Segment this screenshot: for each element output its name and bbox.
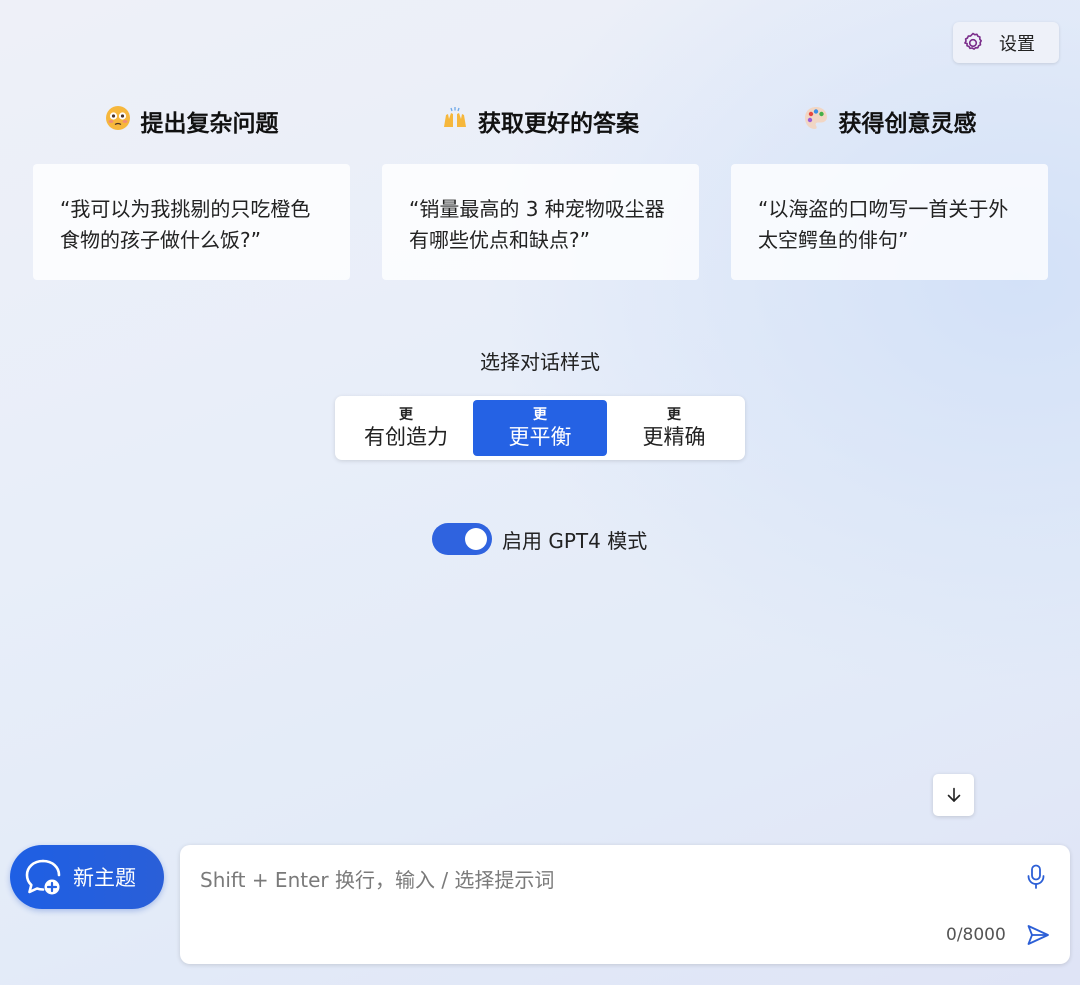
feature-heading-creative-inspiration: 获得创意灵感 bbox=[731, 105, 1048, 137]
new-topic-label: 新主题 bbox=[73, 866, 136, 890]
feature-title: 提出复杂问题 bbox=[140, 111, 279, 137]
style-option-creative[interactable]: 更 有创造力 bbox=[339, 400, 473, 456]
example-card[interactable]: “以海盗的口吻写一首关于外太空鳄鱼的俳句” bbox=[731, 164, 1048, 280]
conversation-style-label: 选择对话样式 bbox=[480, 350, 600, 374]
style-option-label: 更平衡 bbox=[508, 425, 572, 449]
send-icon[interactable] bbox=[1025, 922, 1051, 948]
arrow-down-icon bbox=[945, 786, 963, 804]
style-option-prefix: 更 bbox=[667, 407, 681, 423]
style-option-prefix: 更 bbox=[399, 407, 413, 423]
new-topic-button[interactable]: 新主题 bbox=[10, 845, 164, 909]
style-option-balanced[interactable]: 更 更平衡 bbox=[473, 400, 607, 456]
microphone-icon[interactable] bbox=[1024, 863, 1048, 891]
example-text: “以海盗的口吻写一首关于外太空鳄鱼的俳句” bbox=[758, 197, 1009, 252]
gpt4-toggle-label: 启用 GPT4 模式 bbox=[502, 528, 648, 553]
style-option-precise[interactable]: 更 更精确 bbox=[607, 400, 741, 456]
feature-heading-complex-questions: 提出复杂问题 bbox=[33, 105, 350, 137]
example-card[interactable]: “我可以为我挑剔的只吃橙色食物的孩子做什么饭?” bbox=[33, 164, 350, 280]
example-card[interactable]: “销量最高的 3 种宠物吸尘器有哪些优点和缺点?” bbox=[382, 164, 699, 280]
gear-icon bbox=[961, 31, 985, 55]
composer: 0/8000 bbox=[180, 845, 1070, 964]
gpt4-toggle[interactable] bbox=[432, 523, 492, 555]
chat-input[interactable] bbox=[200, 863, 1000, 897]
style-option-label: 更精确 bbox=[642, 425, 706, 449]
style-option-label: 有创造力 bbox=[364, 425, 448, 449]
feature-heading-better-answers: 获取更好的答案 bbox=[382, 105, 699, 137]
feature-title: 获得创意灵感 bbox=[838, 111, 977, 137]
example-text: “我可以为我挑剔的只吃橙色食物的孩子做什么饭?” bbox=[60, 197, 311, 252]
char-counter: 0/8000 bbox=[946, 925, 1006, 945]
artist-palette-icon bbox=[803, 105, 829, 137]
conversation-style-selector: 更 有创造力 更 更平衡 更 更精确 bbox=[335, 396, 745, 460]
toggle-knob bbox=[465, 528, 487, 550]
settings-button[interactable]: 设置 bbox=[953, 22, 1059, 63]
feature-title: 获取更好的答案 bbox=[478, 111, 639, 137]
raising-hands-icon bbox=[442, 105, 468, 137]
new-chat-icon bbox=[23, 857, 63, 897]
gpt4-toggle-row: 启用 GPT4 模式 bbox=[432, 522, 647, 556]
example-text: “销量最高的 3 种宠物吸尘器有哪些优点和缺点?” bbox=[409, 197, 665, 252]
settings-label: 设置 bbox=[999, 33, 1035, 55]
scroll-down-button[interactable] bbox=[933, 774, 974, 816]
style-option-prefix: 更 bbox=[533, 407, 547, 423]
flushed-face-icon bbox=[105, 105, 131, 137]
